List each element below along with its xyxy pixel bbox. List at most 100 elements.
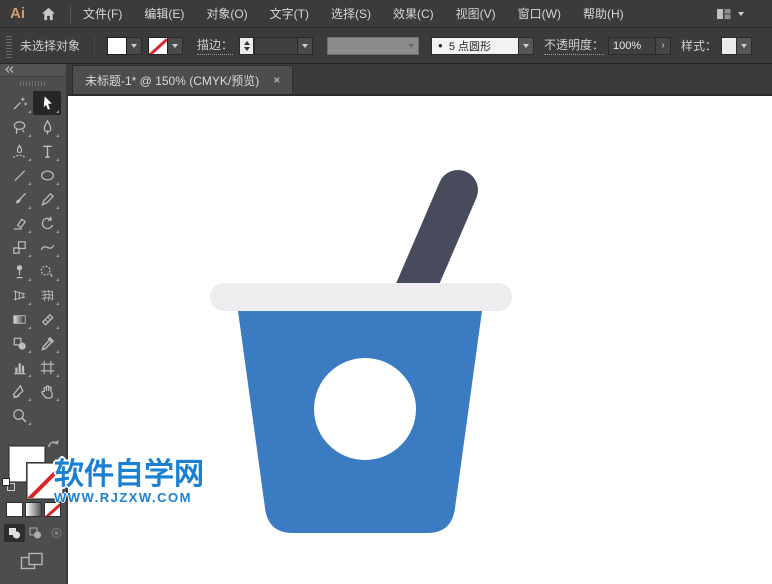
cup-hole-shape[interactable] [314, 358, 416, 460]
yogurt-cup-artwork [68, 96, 772, 584]
tool-width[interactable] [33, 235, 61, 259]
tool-eyedropper[interactable] [33, 331, 61, 355]
tool-paintbrush[interactable] [5, 187, 33, 211]
chevron-down-icon [738, 12, 744, 16]
control-bar: 未选择对象 描边： ● 5 点圆形 不透明度： 100% › 样式： [0, 28, 772, 64]
tool-curvature[interactable] [5, 139, 33, 163]
menu-item[interactable]: 选择(S) [331, 5, 371, 22]
divider [94, 35, 95, 57]
tool-slice[interactable] [5, 379, 33, 403]
artboard-canvas[interactable] [68, 96, 772, 584]
document-tab[interactable]: 未标题-1* @ 150% (CMYK/预览) × [72, 65, 293, 94]
menu-item[interactable]: 对象(O) [206, 5, 247, 22]
tool-symbol-sprayer[interactable] [5, 331, 33, 355]
tool-artboard[interactable] [33, 355, 61, 379]
menu-item[interactable]: 文件(F) [83, 5, 122, 22]
cup-rim-shape[interactable] [210, 283, 512, 311]
panel-drag-grip[interactable] [20, 81, 46, 86]
style-dropdown[interactable] [737, 37, 752, 55]
tools-grid [0, 91, 66, 427]
document-title: 未标题-1* @ 150% (CMYK/预览) [85, 72, 259, 89]
tool-blend[interactable] [33, 307, 61, 331]
tool-perspective-grid[interactable] [5, 283, 33, 307]
menu-item[interactable]: 编辑(E) [144, 5, 184, 22]
tool-selection[interactable] [33, 91, 61, 115]
opacity-label[interactable]: 不透明度： [544, 36, 604, 55]
draw-normal-button[interactable] [4, 524, 25, 542]
tool-ellipse[interactable] [33, 163, 61, 187]
tool-zoom[interactable] [5, 403, 33, 427]
tool-pen[interactable] [33, 115, 61, 139]
ai-logo[interactable]: Ai [10, 5, 25, 22]
fill-color-dropdown[interactable] [127, 37, 142, 55]
tab-bar: 未标题-1* @ 150% (CMYK/预览) × [68, 64, 772, 96]
style-swatch[interactable] [721, 37, 737, 55]
stroke-weight-field[interactable] [254, 37, 298, 55]
tool-eraser[interactable] [5, 211, 33, 235]
paint-buttons [6, 502, 61, 517]
tool-line-segment[interactable] [5, 163, 33, 187]
menu-item[interactable]: 效果(C) [393, 5, 434, 22]
close-tab-icon[interactable]: × [273, 74, 280, 86]
menu-bar: Ai 文件(F) 编辑(E) 对象(O) 文字(T) 选择(S) 效果(C) 视图(V) 窗口… [0, 0, 772, 28]
stroke-weight-dropdown[interactable] [298, 37, 313, 55]
menubar-separator [70, 5, 71, 23]
document-area: 未标题-1* @ 150% (CMYK/预览) × [68, 64, 772, 584]
stroke-swatch[interactable] [27, 463, 63, 499]
chevron-down-icon [131, 44, 137, 48]
gradient-button[interactable] [25, 502, 42, 517]
none-button[interactable] [44, 502, 61, 517]
fill-color-swatch[interactable] [107, 37, 127, 55]
menu-item[interactable]: 文字(T) [270, 5, 309, 22]
chevron-down-icon [302, 44, 308, 48]
tools-panel-header [0, 64, 66, 77]
brush-name: 5 点圆形 [449, 38, 491, 54]
workspace-switcher-button[interactable] [716, 7, 744, 21]
brush-definition-field[interactable]: ● 5 点圆形 [431, 37, 519, 55]
opacity-more-button[interactable]: › [656, 37, 671, 55]
tool-shape-builder[interactable] [33, 259, 61, 283]
brush-dot-icon: ● [438, 41, 443, 50]
chevron-down-icon [741, 44, 747, 48]
tool-puppet-warp[interactable] [5, 259, 33, 283]
opacity-field[interactable]: 100% [608, 37, 656, 55]
tool-magic-wand[interactable] [5, 91, 33, 115]
chevron-down-icon [408, 44, 414, 48]
stroke-color-dropdown[interactable] [168, 37, 183, 55]
tool-scale[interactable] [5, 235, 33, 259]
workspace-icon [716, 7, 732, 21]
draw-inside-button[interactable] [46, 524, 67, 542]
workspace: 未标题-1* @ 150% (CMYK/预览) × [0, 64, 772, 584]
collapse-panel-button[interactable] [4, 61, 15, 79]
menu-item[interactable]: 帮助(H) [583, 5, 624, 22]
home-icon[interactable] [41, 7, 56, 21]
menu-item[interactable]: 窗口(W) [518, 5, 561, 22]
draw-behind-button[interactable] [25, 524, 46, 542]
tools-panel [0, 64, 68, 584]
tool-hand[interactable] [33, 379, 61, 403]
tool-pencil[interactable] [33, 187, 61, 211]
color-controls [0, 436, 68, 584]
tool-gradient[interactable] [5, 307, 33, 331]
stroke-color-swatch[interactable] [148, 37, 168, 55]
menu-item[interactable]: 视图(V) [456, 5, 496, 22]
chevron-down-icon [172, 44, 178, 48]
stroke-weight-stepper[interactable] [239, 37, 254, 55]
color-button[interactable] [6, 502, 23, 517]
panel-grip[interactable] [6, 34, 12, 58]
stroke-weight-label[interactable]: 描边： [197, 36, 233, 55]
tool-graph[interactable] [5, 355, 33, 379]
brush-dropdown[interactable] [519, 37, 534, 55]
default-fill-stroke-icon[interactable] [2, 478, 16, 492]
tool-rotate[interactable] [33, 211, 61, 235]
tool-lasso[interactable] [5, 115, 33, 139]
swap-fill-stroke-icon[interactable] [47, 438, 60, 456]
tool-type[interactable] [33, 139, 61, 163]
illustrator-window: Ai 文件(F) 编辑(E) 对象(O) 文字(T) 选择(S) 效果(C) 视图(V) 窗口… [0, 0, 772, 584]
chevron-down-icon [523, 44, 529, 48]
screen-mode-icon[interactable] [20, 552, 44, 576]
tool-mesh[interactable] [33, 283, 61, 307]
selection-status: 未选择对象 [20, 37, 80, 54]
draw-mode-buttons [4, 524, 67, 542]
style-label: 样式： [681, 37, 717, 55]
